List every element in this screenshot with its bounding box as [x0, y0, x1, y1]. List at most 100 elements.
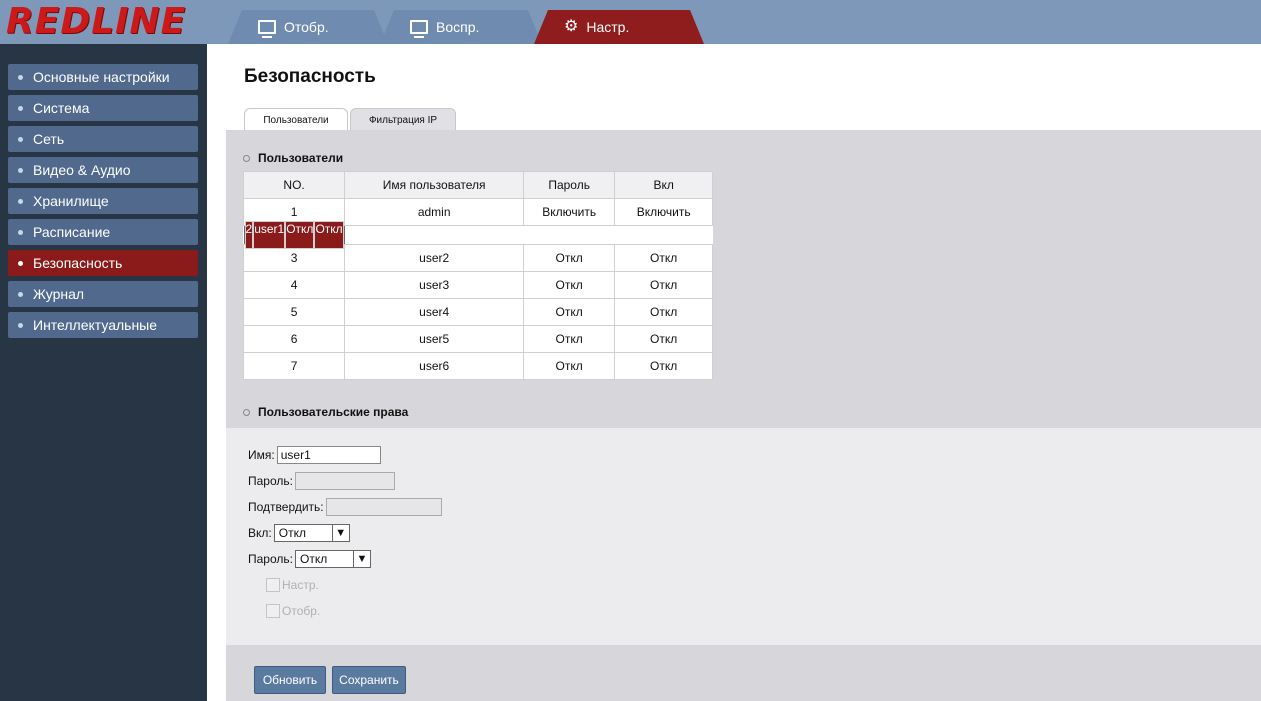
table-cell: Откл	[614, 325, 714, 353]
name-row: Имя: user1	[248, 446, 381, 464]
table-cell: 2	[244, 221, 254, 249]
sidebar-item-label: Безопасность	[33, 255, 123, 271]
enable-row: Вкл: Откл ▼	[248, 524, 350, 542]
tab-view[interactable]: Отобр.	[228, 10, 388, 44]
perm-settings-label: Настр.	[282, 578, 319, 592]
table-cell: Откл	[523, 325, 616, 353]
sidebar-item-storage[interactable]: Хранилище	[8, 188, 198, 214]
table-cell: Откл	[523, 244, 616, 272]
sidebar-item-label: Видео & Аудио	[33, 162, 131, 178]
table-row[interactable]: 7 user6 Откл Откл	[242, 352, 714, 380]
table-cell: Откл	[614, 298, 714, 326]
bullet-icon	[18, 167, 23, 173]
enable-select[interactable]: Откл ▼	[273, 524, 350, 542]
sidebar-item-label: Хранилище	[33, 193, 109, 209]
tab-view-label: Отобр.	[284, 19, 329, 35]
tab-playback-label: Воспр.	[436, 19, 480, 35]
table-cell: user6	[344, 352, 525, 380]
sidebar-item-schedule[interactable]: Расписание	[8, 219, 198, 245]
save-button[interactable]: Сохранить	[332, 666, 406, 694]
password-input[interactable]	[294, 472, 395, 490]
table-cell: user1	[253, 221, 286, 249]
rights-section-title: Пользовательские права	[243, 405, 408, 419]
sidebar-item-video-audio[interactable]: Видео & Аудио	[8, 157, 198, 183]
sidebar: Основные настройки Система Сеть Видео & …	[0, 44, 207, 701]
table-row[interactable]: 5 user4 Откл Откл	[242, 298, 714, 326]
confirm-password-input[interactable]	[325, 498, 442, 516]
table-row-selected[interactable]: 2 user1 Откл Откл	[243, 221, 345, 249]
password-row: Пароль:	[248, 472, 395, 490]
perm-settings-checkbox[interactable]: Настр.	[266, 578, 319, 592]
table-cell: Включить	[523, 198, 616, 226]
table-cell: Откл	[285, 221, 315, 249]
table-cell: 7	[242, 352, 346, 380]
tab-settings-label: Настр.	[586, 19, 630, 35]
name-label: Имя:	[248, 448, 275, 462]
chevron-down-icon: ▼	[331, 525, 349, 541]
monitor-icon	[410, 20, 428, 38]
rights-form: Имя: user1 Пароль: Подтвердить: Вкл: Отк…	[226, 428, 1261, 645]
column-header: Имя пользователя	[344, 171, 525, 199]
top-bar: REDLINE Отобр. Воспр. ⚙ Настр.	[0, 0, 1261, 44]
sidebar-item-label: Расписание	[33, 224, 111, 240]
sidebar-item-system[interactable]: Система	[8, 95, 198, 121]
column-header: Вкл	[614, 171, 714, 199]
table-cell: Откл	[614, 244, 714, 272]
enable-label: Вкл:	[248, 526, 272, 540]
tab-users[interactable]: Пользователи	[244, 108, 348, 131]
checkbox-icon	[266, 578, 280, 592]
table-cell: user4	[344, 298, 525, 326]
users-section-title: Пользователи	[243, 151, 343, 165]
sidebar-item-security[interactable]: Безопасность	[8, 250, 198, 276]
bullet-icon	[18, 105, 23, 111]
monitor-icon	[258, 20, 276, 38]
table-cell: Включить	[614, 198, 714, 226]
name-input[interactable]: user1	[276, 446, 381, 464]
users-table: NO. Имя пользователя Пароль Вкл 1 admin …	[242, 171, 714, 380]
refresh-button[interactable]: Обновить	[254, 666, 326, 694]
table-cell: 4	[242, 271, 346, 299]
brand-logo: REDLINE	[6, 1, 187, 42]
confirm-row: Подтвердить:	[248, 498, 442, 516]
bullet-icon	[18, 229, 23, 235]
password-label: Пароль:	[248, 474, 293, 488]
sidebar-item-label: Интеллектуальные	[33, 317, 158, 333]
section-bullet-icon	[243, 408, 250, 416]
sidebar-item-label: Основные настройки	[33, 69, 170, 85]
users-section-label: Пользователи	[258, 151, 344, 165]
table-cell: Откл	[523, 298, 616, 326]
sidebar-item-label: Журнал	[33, 286, 85, 302]
sidebar-item-intelligent[interactable]: Интеллектуальные	[8, 312, 198, 338]
perm-view-checkbox[interactable]: Отобр.	[266, 604, 320, 618]
perm-view-label: Отобр.	[282, 604, 321, 618]
sidebar-item-label: Система	[33, 100, 90, 116]
main-content: Безопасность Пользователи Фильтрация IP …	[218, 44, 1261, 701]
table-row[interactable]: 4 user3 Откл Откл	[242, 271, 714, 299]
tab-ip-filter[interactable]: Фильтрация IP	[350, 108, 456, 131]
bullet-icon	[18, 136, 23, 142]
tab-settings[interactable]: ⚙ Настр.	[534, 10, 704, 44]
password-mode-select[interactable]: Откл ▼	[294, 550, 371, 568]
sidebar-item-network[interactable]: Сеть	[8, 126, 198, 152]
table-cell: Откл	[614, 271, 714, 299]
table-cell: 6	[242, 325, 346, 353]
rights-section-label: Пользовательские права	[258, 405, 409, 419]
sidebar-item-basic[interactable]: Основные настройки	[8, 64, 198, 90]
sidebar-item-label: Сеть	[33, 131, 65, 147]
bullet-icon	[18, 260, 23, 266]
content-panel: Пользователи NO. Имя пользователя Пароль…	[226, 130, 1261, 701]
bullet-icon	[18, 74, 23, 80]
enable-select-value: Откл	[278, 526, 306, 540]
password-mode-select-value: Откл	[299, 552, 328, 566]
tab-playback[interactable]: Воспр.	[380, 10, 542, 44]
table-cell: user2	[344, 244, 525, 272]
table-cell: Откл	[314, 221, 344, 249]
table-row[interactable]: 6 user5 Откл Откл	[242, 325, 714, 353]
table-cell: Откл	[523, 352, 616, 380]
column-header: Пароль	[523, 171, 616, 199]
bullet-icon	[18, 198, 23, 204]
password-mode-row: Пароль: Откл ▼	[248, 550, 371, 568]
column-header: NO.	[242, 171, 346, 199]
confirm-label: Подтвердить:	[248, 500, 324, 514]
sidebar-item-log[interactable]: Журнал	[8, 281, 198, 307]
